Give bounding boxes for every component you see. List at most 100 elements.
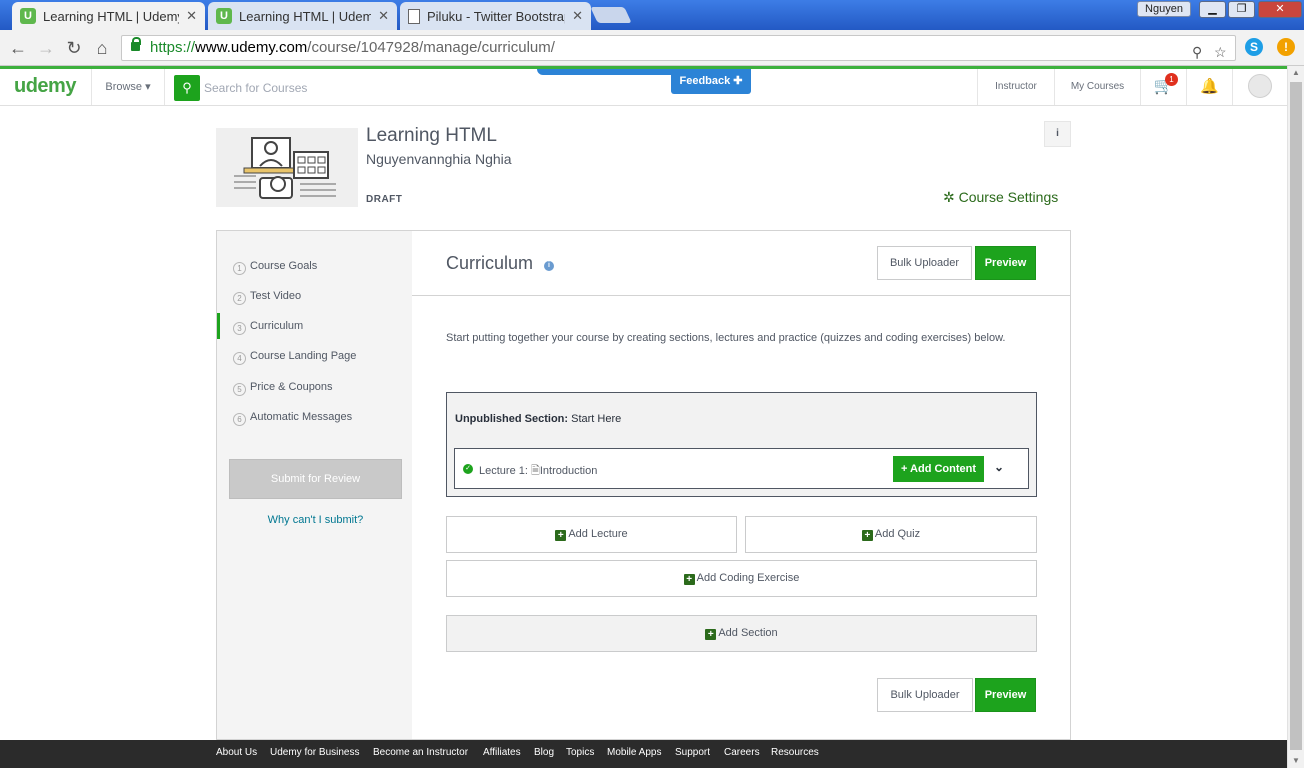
- document-favicon-icon: [408, 8, 420, 24]
- feedback-button[interactable]: Feedback ✚: [671, 69, 751, 94]
- my-courses-link[interactable]: My Courses: [1054, 69, 1140, 105]
- step-curriculum[interactable]: 3 Curriculum: [217, 313, 412, 339]
- chevron-down-icon[interactable]: ⌄: [994, 460, 1004, 474]
- info-circle-icon[interactable]: i: [544, 261, 554, 271]
- maximize-icon[interactable]: ❐: [1228, 1, 1255, 18]
- step-automatic-messages[interactable]: 6 Automatic Messages: [217, 404, 412, 430]
- url-path: /course/1047928/manage/curriculum/: [307, 39, 555, 56]
- step-number: 3: [233, 322, 246, 335]
- site-footer: About Us Udemy for Business Become an In…: [0, 740, 1287, 768]
- step-label: Curriculum: [250, 320, 304, 332]
- section-card: Unpublished Section: Start Here ✓ Lectur…: [446, 392, 1037, 497]
- cart-icon[interactable]: 🛒: [1140, 69, 1186, 105]
- submit-for-review-button[interactable]: Submit for Review: [229, 459, 402, 499]
- section-title[interactable]: Unpublished Section: Start Here: [455, 413, 621, 425]
- tab-title: Piluku - Twitter Bootstrap: [427, 8, 566, 24]
- avatar[interactable]: [1232, 69, 1287, 105]
- course-title: Learning HTML: [366, 125, 497, 146]
- step-label: Price & Coupons: [250, 381, 333, 393]
- add-section-label: Add Section: [718, 627, 778, 639]
- zoom-icon[interactable]: ⚲: [1192, 40, 1202, 64]
- reload-icon[interactable]: ↻: [62, 36, 86, 60]
- step-course-goals[interactable]: 1 Course Goals: [217, 253, 412, 279]
- check-circle-icon: ✓: [463, 464, 473, 474]
- footer-link[interactable]: Careers: [724, 740, 760, 768]
- step-number: 2: [233, 292, 246, 305]
- search-input[interactable]: [204, 75, 464, 101]
- instructor-link[interactable]: Instructor: [977, 69, 1054, 105]
- gear-icon: ✲: [943, 189, 955, 205]
- forward-arrow-icon[interactable]: →: [34, 36, 58, 60]
- plus-square-icon: +: [861, 530, 873, 541]
- lecture-prefix: Lecture 1:: [479, 465, 528, 477]
- browser-tab-active[interactable]: U Learning HTML | Udemy ✕: [12, 2, 205, 30]
- preview-button[interactable]: Preview: [975, 246, 1036, 280]
- tab-close-icon[interactable]: ✕: [572, 8, 583, 24]
- step-number: 1: [233, 262, 246, 275]
- notification-bell-icon[interactable]: 🔔: [1186, 69, 1232, 105]
- add-quiz-label: Add Quiz: [874, 528, 921, 540]
- tab-close-icon[interactable]: ✕: [378, 8, 389, 24]
- add-lecture-label: Add Lecture: [568, 528, 628, 540]
- add-coding-exercise-button[interactable]: + Add Coding Exercise: [446, 560, 1037, 597]
- footer-link[interactable]: Blog: [534, 740, 554, 768]
- step-label: Course Goals: [250, 260, 318, 272]
- home-icon[interactable]: ⌂: [90, 36, 114, 60]
- footer-link[interactable]: Resources: [771, 740, 819, 768]
- back-arrow-icon[interactable]: ←: [6, 36, 30, 60]
- lecture-name: Introduction: [539, 465, 598, 477]
- footer-link[interactable]: Support: [675, 740, 710, 768]
- plus-square-icon: +: [705, 629, 717, 640]
- scroll-down-arrow-icon[interactable]: ▼: [1288, 754, 1304, 768]
- browse-menu[interactable]: Browse ▾: [91, 69, 165, 105]
- footer-link[interactable]: Mobile Apps: [607, 740, 661, 768]
- preview-button-bottom[interactable]: Preview: [975, 678, 1036, 712]
- footer-link[interactable]: Topics: [566, 740, 594, 768]
- footer-link[interactable]: Affiliates: [483, 740, 521, 768]
- add-content-button[interactable]: + Add Content: [893, 456, 984, 482]
- scroll-up-arrow-icon[interactable]: ▲: [1288, 66, 1304, 80]
- course-settings-link[interactable]: ✲ Course Settings: [943, 189, 1058, 206]
- cart-count-badge: 1: [1165, 73, 1178, 86]
- curriculum-header: Curriculum i Bulk Uploader Preview: [412, 231, 1070, 296]
- udemy-logo[interactable]: udemy: [14, 75, 76, 98]
- scrollbar-thumb[interactable]: [1290, 82, 1302, 750]
- section-prefix: Unpublished Section:: [455, 413, 569, 425]
- plus-square-icon: +: [555, 530, 567, 541]
- plus-square-icon: +: [683, 574, 695, 585]
- why-cant-submit-link[interactable]: Why can't I submit?: [217, 514, 414, 526]
- step-test-video[interactable]: 2 Test Video: [217, 283, 412, 309]
- udemy-favicon-icon: U: [216, 8, 232, 24]
- bulk-uploader-button-bottom[interactable]: Bulk Uploader: [877, 678, 973, 712]
- minimize-icon[interactable]: ▁: [1199, 1, 1226, 18]
- add-quiz-button[interactable]: + Add Quiz: [745, 516, 1037, 553]
- add-section-button[interactable]: + Add Section: [446, 615, 1037, 652]
- step-number: 6: [233, 413, 246, 426]
- browser-titlebar: U Learning HTML | Udemy ✕ U Learning HTM…: [0, 0, 1304, 30]
- search-icon[interactable]: ⚲: [174, 75, 200, 101]
- step-price-coupons[interactable]: 5 Price & Coupons: [217, 374, 412, 400]
- address-bar[interactable]: https://www.udemy.com/course/1047928/man…: [121, 35, 1236, 61]
- browser-tab[interactable]: Piluku - Twitter Bootstrap ✕: [400, 2, 591, 30]
- lecture-title: Lecture 1: 🗎Introduction: [479, 462, 597, 481]
- bulk-uploader-button[interactable]: Bulk Uploader: [877, 246, 972, 280]
- page-scrollbar[interactable]: ▲ ▼: [1287, 66, 1304, 768]
- alert-extension-icon[interactable]: !: [1277, 38, 1295, 56]
- info-button[interactable]: i: [1044, 121, 1071, 147]
- footer-link[interactable]: Udemy for Business: [270, 740, 359, 768]
- footer-link[interactable]: Become an Instructor: [373, 740, 468, 768]
- step-course-landing-page[interactable]: 4 Course Landing Page: [217, 343, 412, 369]
- new-tab-button[interactable]: [590, 7, 632, 23]
- skype-extension-icon[interactable]: S: [1245, 38, 1263, 56]
- bookmark-star-icon[interactable]: ☆: [1214, 40, 1227, 64]
- lecture-row[interactable]: ✓ Lecture 1: 🗎Introduction + Add Content…: [454, 448, 1029, 489]
- tab-close-icon[interactable]: ✕: [186, 8, 197, 24]
- add-lecture-button[interactable]: + Add Lecture: [446, 516, 737, 553]
- footer-link[interactable]: About Us: [216, 740, 257, 768]
- curriculum-intro-text: Start putting together your course by cr…: [446, 332, 1006, 344]
- window-close-icon[interactable]: ✕: [1258, 1, 1302, 18]
- step-label: Test Video: [250, 290, 302, 302]
- profile-badge[interactable]: Nguyen: [1137, 1, 1191, 17]
- add-coding-label: Add Coding Exercise: [696, 572, 800, 584]
- browser-tab[interactable]: U Learning HTML | Udemy ✕: [208, 2, 397, 30]
